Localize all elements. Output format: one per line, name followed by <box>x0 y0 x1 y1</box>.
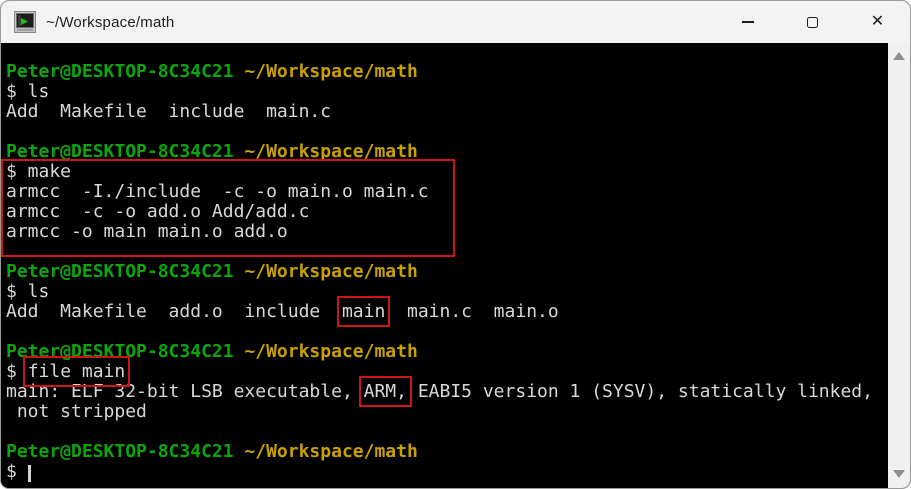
highlight-boxed-text: main <box>336 296 391 327</box>
terminal-text: not stripped <box>6 401 147 422</box>
close-icon: ✕ <box>870 13 885 30</box>
terminal-text: $ ls <box>6 81 50 102</box>
minimize-icon <box>741 21 754 23</box>
terminal-line: Peter@DESKTOP-8C34C21 ~/Workspace/math <box>6 342 888 362</box>
terminal-text: Peter@DESKTOP-8C34C21 <box>6 141 234 162</box>
terminal-line: Peter@DESKTOP-8C34C21 ~/Workspace/math <box>6 262 888 282</box>
terminal-text: armcc -I./include -c -o main.o main.c <box>6 181 429 202</box>
highlight-boxed-text: ARM, <box>358 376 413 407</box>
terminal-line: $ make <box>6 162 888 182</box>
scrollbar[interactable] <box>888 43 910 488</box>
scroll-up-icon[interactable] <box>893 52 905 60</box>
highlight-boxed-text: file main <box>22 356 131 387</box>
terminal-window: ~/Workspace/math ✕ Peter@DESKTOP-8C34C21… <box>0 0 911 489</box>
scroll-down-icon[interactable] <box>893 470 905 478</box>
scrollbar-track[interactable] <box>888 60 910 470</box>
terminal-text: ~/Workspace/math <box>233 441 418 462</box>
terminal-line: not stripped <box>6 402 888 422</box>
terminal-text: ~/Workspace/math <box>233 61 418 82</box>
minimize-button[interactable] <box>715 1 780 43</box>
terminal-line: armcc -c -o add.o Add/add.c <box>6 202 888 222</box>
terminal-line: armcc -o main main.o add.o <box>6 222 888 242</box>
text-cursor <box>27 465 31 482</box>
terminal-text: Add Makefile include main.c <box>6 101 332 122</box>
terminal-text: main: ELF 32-bit LSB executable, <box>6 381 364 402</box>
terminal-text: ~/Workspace/math <box>233 341 418 362</box>
terminal-text: Peter@DESKTOP-8C34C21 <box>6 341 234 362</box>
terminal-screen[interactable]: Peter@DESKTOP-8C34C21 ~/Workspace/math $ … <box>1 43 888 488</box>
terminal-line: main: ELF 32-bit LSB executable, ARM, EA… <box>6 376 888 407</box>
maximize-icon <box>807 16 818 28</box>
titlebar[interactable]: ~/Workspace/math ✕ <box>1 1 910 43</box>
terminal-text: ~/Workspace/math <box>233 141 418 162</box>
terminal-line: Peter@DESKTOP-8C34C21 ~/Workspace/math <box>6 142 888 162</box>
terminal-line: $ ls <box>6 82 888 102</box>
terminal-text: $ <box>6 361 28 382</box>
terminal-line: $ file main <box>6 356 888 387</box>
terminal-line: Add Makefile include main.c <box>6 102 888 122</box>
terminal-line: $ <box>6 462 888 482</box>
terminal-line: armcc -I./include -c -o main.o main.c <box>6 182 888 202</box>
terminal-text: armcc -o main main.o add.o <box>6 221 288 242</box>
terminal-line: Peter@DESKTOP-8C34C21 ~/Workspace/math <box>6 442 888 462</box>
window-content: Peter@DESKTOP-8C34C21 ~/Workspace/math $ … <box>1 43 910 488</box>
terminal-line: $ ls <box>6 282 888 302</box>
terminal-line: Peter@DESKTOP-8C34C21 ~/Workspace/math <box>6 62 888 82</box>
terminal-text: $ <box>6 461 28 482</box>
terminal-text: ~/Workspace/math <box>233 261 418 282</box>
terminal-text: EABI5 version 1 (SYSV), statically linke… <box>406 381 873 402</box>
terminal-text: Add Makefile add.o include <box>6 301 342 322</box>
terminal-text: $ make <box>6 161 72 182</box>
maximize-button[interactable] <box>780 1 845 43</box>
terminal-text: Peter@DESKTOP-8C34C21 <box>6 61 234 82</box>
close-button[interactable]: ✕ <box>845 1 910 43</box>
window-controls: ✕ <box>715 1 910 43</box>
terminal-text: main.c main.o <box>385 301 559 322</box>
terminal-app-icon <box>14 11 36 33</box>
terminal-text: $ ls <box>6 281 50 302</box>
window-title: ~/Workspace/math <box>46 13 175 31</box>
terminal-text: Peter@DESKTOP-8C34C21 <box>6 261 234 282</box>
terminal-text: Peter@DESKTOP-8C34C21 <box>6 441 234 462</box>
terminal-line: Add Makefile add.o include main main.c m… <box>6 296 888 327</box>
terminal-text: armcc -c -o add.o Add/add.c <box>6 201 310 222</box>
